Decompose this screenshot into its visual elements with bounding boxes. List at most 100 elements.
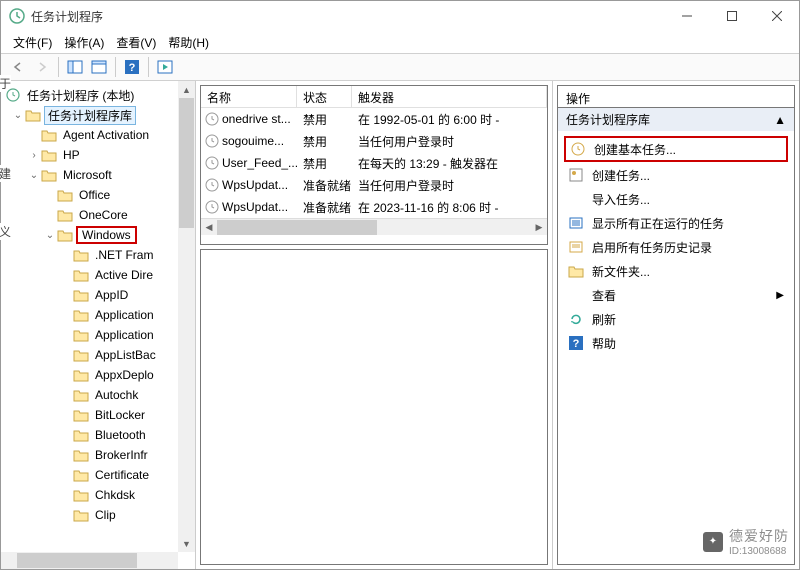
properties-button[interactable] [88,56,110,78]
folder-icon [57,188,73,202]
tree-item[interactable]: AppListBac [1,345,195,365]
tree[interactable]: 任务计划程序 (本地) ⌄ 任务计划程序库 Agent Activation ›… [1,81,195,551]
tree-item[interactable]: Chkdsk [1,485,195,505]
refresh-icon [568,311,584,327]
scroll-thumb[interactable] [179,98,194,228]
clock-icon [205,156,219,170]
svg-text:?: ? [573,338,580,350]
tree-item[interactable]: Certificate [1,465,195,485]
tree-item[interactable]: ⌄Microsoft [1,165,195,185]
tree-item[interactable]: Office [1,185,195,205]
tree-item[interactable]: Bluetooth [1,425,195,445]
folder-icon [41,128,57,142]
expander-icon[interactable]: ⌄ [11,110,25,121]
expander-icon[interactable]: ⌄ [43,230,57,241]
scroll-down-icon[interactable]: ▼ [178,535,195,552]
tree-item[interactable]: ›HP [1,145,195,165]
tree-item[interactable]: BitLocker [1,405,195,425]
toolbar: ? [1,53,799,81]
actions-body: 任务计划程序库 ▲ 创建基本任务... 创建任务... 导入任务... [557,107,795,565]
table-row[interactable]: WpsUpdat...准备就绪在 2023-11-16 的 8:06 时 - [201,196,547,218]
clock-icon [570,141,586,157]
main-area: 任务计划程序 (本地) ⌄ 任务计划程序库 Agent Activation ›… [1,81,799,569]
tree-hscrollbar[interactable] [1,552,178,569]
folder-icon [73,408,89,422]
close-button[interactable] [754,1,799,31]
tree-item-windows[interactable]: ⌄Windows [1,225,195,245]
tree-item[interactable]: BrokerInfr [1,445,195,465]
col-trigger[interactable]: 触发器 [352,86,547,107]
tree-root[interactable]: 任务计划程序 (本地) [1,85,195,105]
folder-icon [73,308,89,322]
action-view[interactable]: 查看 ▶ [558,283,794,307]
folder-icon [568,263,584,279]
action-create-task[interactable]: 创建任务... [558,163,794,187]
menu-action[interactable]: 操作(A) [64,34,104,51]
action-import-task[interactable]: 导入任务... [558,187,794,211]
folder-icon [57,208,73,222]
action-create-basic-task[interactable]: 创建基本任务... [564,136,788,162]
folder-icon [73,388,89,402]
col-state[interactable]: 状态 [297,86,352,107]
folder-icon [73,428,89,442]
action-refresh[interactable]: 刷新 [558,307,794,331]
history-icon [568,239,584,255]
collapse-icon[interactable]: ▲ [774,113,786,127]
center-pane: 名称 状态 触发器 onedrive st...禁用在 1992-05-01 的… [196,81,553,569]
actions-pane: 操作 任务计划程序库 ▲ 创建基本任务... 创建任务... 导入任务... [553,81,799,569]
wechat-icon: ✦ [703,532,723,552]
actions-category[interactable]: 任务计划程序库 ▲ [558,108,794,131]
folder-icon [73,328,89,342]
scroll-right-icon[interactable]: ▶ [531,219,547,236]
action-enable-history[interactable]: 启用所有任务历史记录 [558,235,794,259]
tree-item[interactable]: Application [1,305,195,325]
run-button[interactable] [154,56,176,78]
tree-vscrollbar[interactable]: ▲ ▼ [178,81,195,552]
col-name[interactable]: 名称 [201,86,297,107]
action-new-folder[interactable]: 新文件夹... [558,259,794,283]
tree-item[interactable]: OneCore [1,205,195,225]
tree-item[interactable]: AppID [1,285,195,305]
task-detail [200,249,548,565]
clock-icon [205,178,219,192]
action-help[interactable]: ? 帮助 [558,331,794,355]
scroll-up-icon[interactable]: ▲ [178,81,195,98]
minimize-button[interactable] [664,1,709,31]
table-row[interactable]: User_Feed_...禁用在每天的 13:29 - 触发器在 [201,152,547,174]
folder-open-icon [25,108,41,122]
scroll-left-icon[interactable]: ◀ [201,219,217,236]
action-show-running[interactable]: 显示所有正在运行的任务 [558,211,794,235]
folder-icon [73,468,89,482]
watermark: ✦ 德爱好防 ID:13008688 [703,526,789,557]
help-button[interactable]: ? [121,56,143,78]
clock-icon [205,112,219,126]
tree-item[interactable]: .NET Fram [1,245,195,265]
table-row[interactable]: WpsUpdat...准备就绪当任何用户登录时 [201,174,547,196]
tree-lib[interactable]: ⌄ 任务计划程序库 [1,105,195,125]
expander-icon[interactable]: › [27,150,41,161]
tree-item[interactable]: AppxDeplo [1,365,195,385]
forward-button[interactable] [31,56,53,78]
menu-view[interactable]: 查看(V) [116,34,156,51]
scroll-thumb[interactable] [17,553,137,568]
maximize-button[interactable] [709,1,754,31]
tree-item[interactable]: Active Dire [1,265,195,285]
folder-icon [73,348,89,362]
folder-icon [73,288,89,302]
list-hscrollbar[interactable]: ◀ ▶ [201,218,547,235]
svg-text:?: ? [129,62,136,74]
folder-icon [41,148,57,162]
menu-file[interactable]: 文件(F) [13,34,52,51]
menu-help[interactable]: 帮助(H) [168,34,209,51]
folder-icon [73,368,89,382]
tree-item[interactable]: Clip [1,505,195,525]
tree-item[interactable]: Agent Activation [1,125,195,145]
app-title: 任务计划程序 [31,8,103,25]
table-row[interactable]: onedrive st...禁用在 1992-05-01 的 6:00 时 - [201,108,547,130]
tree-item[interactable]: Application [1,325,195,345]
expander-icon[interactable]: ⌄ [27,170,41,181]
table-row[interactable]: sogouime...禁用当任何用户登录时 [201,130,547,152]
tree-item[interactable]: Autochk [1,385,195,405]
scroll-thumb[interactable] [217,220,377,235]
show-tree-button[interactable] [64,56,86,78]
